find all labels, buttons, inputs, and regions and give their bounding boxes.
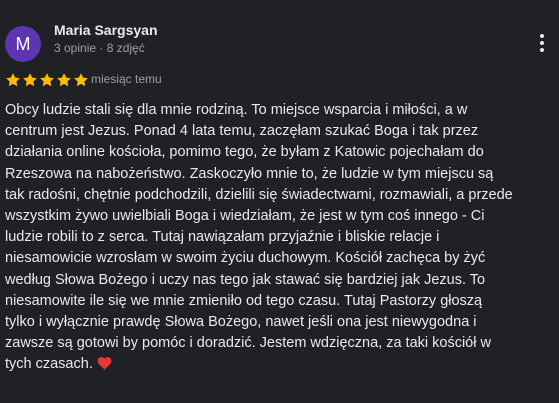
star-icon bbox=[6, 73, 20, 87]
star-icon bbox=[40, 73, 54, 87]
review-text-line: według Słowa Bożego i uczy nas tego jak … bbox=[5, 271, 486, 288]
more-vert-icon-dot bbox=[540, 41, 544, 45]
review-text-line: niesamowite ile się we mnie zmieniło od … bbox=[5, 292, 483, 309]
star-icon bbox=[74, 73, 88, 87]
star-icon bbox=[23, 73, 37, 87]
avatar[interactable]: M bbox=[5, 26, 41, 62]
star-icon bbox=[57, 73, 71, 87]
review-text-line: wszystkim żywo uwielbiali Boga i wiedzia… bbox=[5, 208, 485, 225]
more-vert-icon bbox=[540, 34, 544, 38]
star-rating bbox=[5, 72, 89, 88]
review-text-line: Obcy ludzie stali się dla mnie rodziną. … bbox=[5, 102, 468, 118]
review-text-line: tak radośni, chętnie podchodzili, dzieli… bbox=[5, 186, 513, 203]
review-text: Obcy ludzie stali się dla mnie rodziną. … bbox=[5, 100, 557, 376]
more-vert-icon-dot bbox=[540, 48, 544, 52]
review-text-line: tylko i wyłącznie prawdę Słowa Bożego, n… bbox=[5, 314, 477, 331]
author-name[interactable]: Maria Sargsyan bbox=[54, 22, 158, 38]
heart-icon bbox=[97, 357, 112, 370]
review-text-line: niesamowicie wzrosłam w swoim życiu duch… bbox=[5, 250, 486, 267]
review-date: miesiąc temu bbox=[91, 72, 162, 86]
review-text-line: zawsze są gotowi by pomóc i doradzić. Je… bbox=[5, 335, 491, 352]
review-card: M Maria Sargsyan 3 opinie · 8 zdjęć mies… bbox=[0, 0, 559, 403]
review-text-line: Rzeszowa na nabożeństwo. Zaskoczyło mnie… bbox=[5, 165, 494, 182]
review-text-line: działania online kościoła, pomimo tego, … bbox=[5, 144, 484, 161]
review-text-line: ludzie robili to z serca. Tutaj nawiązał… bbox=[5, 229, 440, 246]
review-text-line: centrum jest Jezus. Ponad 4 lata temu, z… bbox=[5, 123, 479, 140]
author-meta: 3 opinie · 8 zdjęć bbox=[54, 41, 145, 55]
review-text-line: tych czasach. bbox=[5, 354, 557, 375]
more-options-button[interactable] bbox=[530, 32, 554, 54]
